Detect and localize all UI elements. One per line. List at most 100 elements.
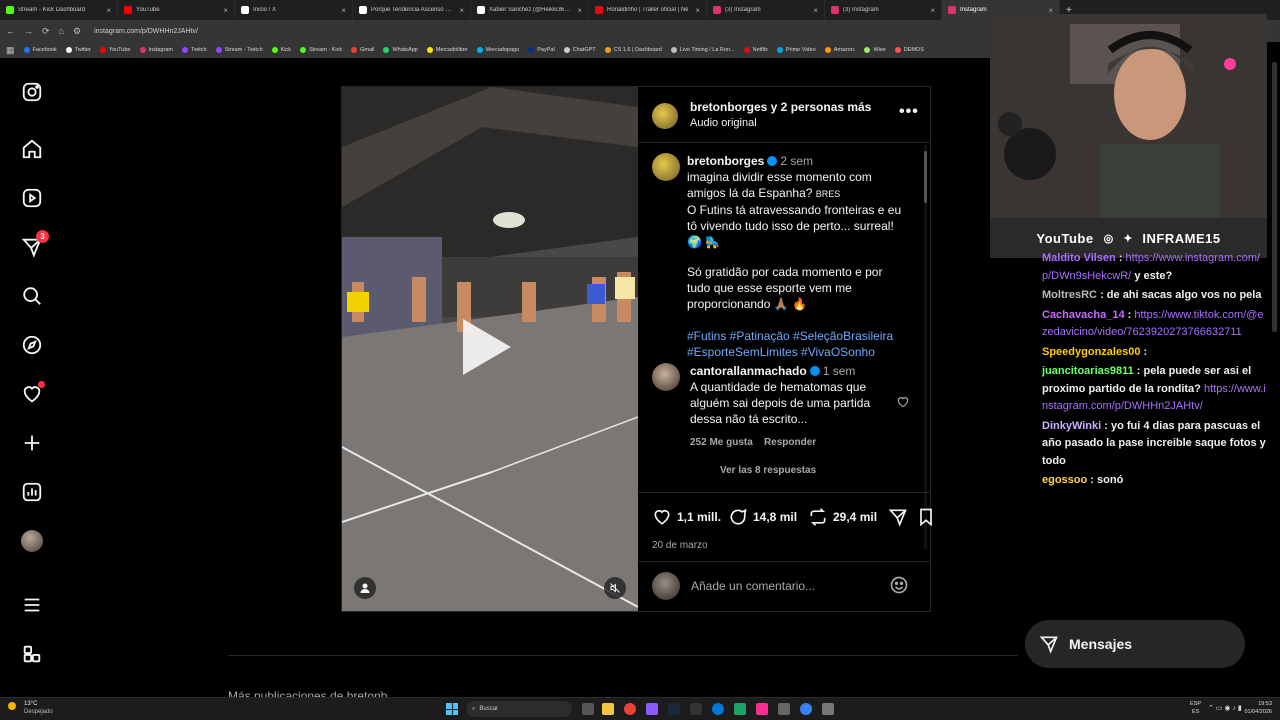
bookmark-item[interactable]: Stream - Twitch — [215, 47, 263, 53]
browser-tab[interactable]: Ronaldinho | Tráiler oficial | Ne × — [589, 0, 707, 20]
close-tab-icon[interactable]: × — [695, 6, 700, 15]
edge-icon[interactable] — [712, 703, 724, 715]
share-button[interactable] — [888, 507, 908, 527]
chrome-icon[interactable] — [624, 703, 636, 715]
forward-icon[interactable]: → — [24, 26, 33, 36]
search-icon[interactable] — [19, 283, 45, 309]
comments-scrollbar[interactable] — [924, 145, 927, 549]
create-icon[interactable] — [19, 430, 45, 456]
chat-username[interactable]: Speedygonzales00 — [1042, 346, 1140, 358]
url-field[interactable]: instagram.com/p/DWHHn2JAHtv/ — [94, 28, 198, 35]
clock-time[interactable]: 19:53 — [1242, 701, 1272, 707]
caption-hashtags[interactable]: #Futins #Patinação #SeleçãoBrasileira #E… — [687, 328, 907, 360]
more-apps-icon[interactable] — [19, 641, 45, 667]
messages-button[interactable]: Mensajes — [1025, 620, 1245, 668]
comment-username[interactable]: cantorallanmachado — [690, 364, 807, 378]
clock-date[interactable]: 01/04/2026 — [1236, 709, 1272, 715]
audio-label[interactable]: Audio original — [690, 117, 757, 129]
close-tab-icon[interactable]: × — [577, 6, 582, 15]
tagged-users-icon[interactable] — [354, 577, 376, 599]
chat-username[interactable]: DinkyWinki — [1042, 420, 1101, 432]
bookmark-item[interactable]: Mercadolibre — [426, 47, 468, 53]
bookmark-item[interactable]: Wise — [864, 47, 886, 53]
dashboard-icon[interactable] — [19, 479, 45, 505]
page-scrollbar[interactable] — [1272, 62, 1277, 332]
reels-icon[interactable] — [19, 185, 45, 211]
like-button[interactable]: 1,1 mill. — [652, 507, 721, 527]
caption-avatar[interactable] — [652, 153, 680, 181]
bookmark-item[interactable]: Kick — [271, 47, 291, 53]
bookmark-item[interactable]: Twitter — [65, 47, 91, 53]
browser-tab[interactable]: (3) Instagram × — [707, 0, 825, 20]
close-tab-icon[interactable]: × — [813, 6, 818, 15]
bookmark-item[interactable]: Facebook — [23, 47, 57, 53]
bookmark-item[interactable]: Netflix — [743, 47, 768, 53]
app-icon[interactable] — [778, 703, 790, 715]
bookmark-item[interactable]: Twitch — [181, 47, 207, 53]
bookmark-item[interactable]: Prime Video — [776, 47, 816, 53]
add-comment-input[interactable]: Añade un comentario... — [691, 579, 815, 593]
app-icon[interactable] — [800, 703, 812, 715]
site-info-icon[interactable]: ⚙ — [73, 26, 81, 37]
author-avatar[interactable] — [652, 103, 678, 129]
bookmark-item[interactable]: CS 1.6 | Dashboard — [604, 47, 662, 53]
repost-button[interactable]: 29,4 mil — [808, 507, 877, 527]
video-player[interactable] — [342, 87, 638, 611]
more-options-icon[interactable]: ••• — [899, 103, 919, 121]
app-icon[interactable] — [690, 703, 702, 715]
bookmark-item[interactable]: Mercadopago — [476, 47, 519, 53]
post-date[interactable]: 20 de marzo — [652, 540, 708, 551]
comment-like-icon[interactable] — [896, 395, 910, 414]
bookmark-item[interactable]: Amazon. — [824, 47, 855, 53]
chat-username[interactable]: egossoo — [1042, 474, 1087, 486]
comment-time[interactable]: 1 sem — [823, 364, 856, 378]
bookmark-item[interactable]: ChatGPT — [563, 47, 596, 53]
app-icon[interactable] — [646, 703, 658, 715]
app-icon[interactable] — [822, 703, 834, 715]
caption-time[interactable]: 2 sem — [780, 154, 813, 168]
browser-tab[interactable]: YouTube × — [118, 0, 235, 20]
reload-icon[interactable]: ⟳ — [42, 26, 50, 37]
bookmark-item[interactable]: Instagram — [139, 47, 173, 53]
close-tab-icon[interactable]: × — [341, 6, 346, 15]
bookmark-item[interactable]: PayPal — [528, 47, 555, 53]
bookmark-item[interactable]: Live Timing / La Ron... — [670, 47, 735, 53]
browser-tab[interactable]: (3) Instagram × — [825, 0, 942, 20]
home-icon[interactable]: ⌂ — [59, 26, 64, 36]
bookmark-item[interactable]: WhatsApp — [383, 47, 418, 53]
steam-icon[interactable] — [668, 703, 680, 715]
caption-username[interactable]: bretonborges — [687, 154, 764, 168]
profile-avatar[interactable] — [19, 528, 45, 554]
reply-button[interactable]: Responder — [764, 437, 816, 448]
play-icon[interactable] — [463, 319, 511, 375]
close-tab-icon[interactable]: × — [106, 6, 111, 15]
emoji-picker-icon[interactable] — [889, 575, 909, 600]
browser-tab[interactable]: Stream - Kick Dashboard × — [0, 0, 118, 20]
taskbar-search[interactable]: ⌕ Buscar — [466, 701, 572, 717]
close-tab-icon[interactable]: × — [459, 6, 464, 15]
browser-tab[interactable]: Xabier Sánchez (@Heikki360) / × — [471, 0, 589, 20]
mute-icon[interactable] — [604, 577, 626, 599]
notifications-heart-icon[interactable] — [19, 381, 45, 407]
app-icon[interactable] — [756, 703, 768, 715]
instagram-logo-icon[interactable] — [19, 79, 45, 105]
chat-username[interactable]: juancitoarias9811 — [1042, 365, 1134, 377]
weather-desc[interactable]: Despejado — [24, 709, 53, 715]
chat-username[interactable]: MoltresRC — [1042, 289, 1097, 301]
browser-tab[interactable]: Inicio / X × — [235, 0, 353, 20]
chat-username[interactable]: Maldito Vilsen — [1042, 252, 1116, 264]
apps-icon[interactable]: ▦ — [6, 45, 15, 56]
comment-button[interactable]: 14,8 mil — [728, 507, 797, 527]
excel-icon[interactable] — [734, 703, 746, 715]
header-user[interactable]: bretonborges y 2 personas más — [690, 100, 871, 114]
comment-avatar[interactable] — [652, 363, 680, 391]
bookmark-item[interactable]: Stream - Kick — [300, 47, 342, 53]
lang-indicator-2[interactable]: ES — [1192, 709, 1199, 715]
chat-username[interactable]: Cachavacha_14 — [1042, 309, 1125, 321]
bookmark-item[interactable]: DEMOS — [894, 47, 924, 53]
back-icon[interactable]: ← — [6, 26, 15, 36]
start-icon[interactable] — [446, 703, 458, 715]
comment-likes[interactable]: 252 Me gusta — [690, 437, 753, 448]
home-nav-icon[interactable] — [19, 136, 45, 162]
messages-nav-icon[interactable]: 3 — [19, 230, 49, 260]
